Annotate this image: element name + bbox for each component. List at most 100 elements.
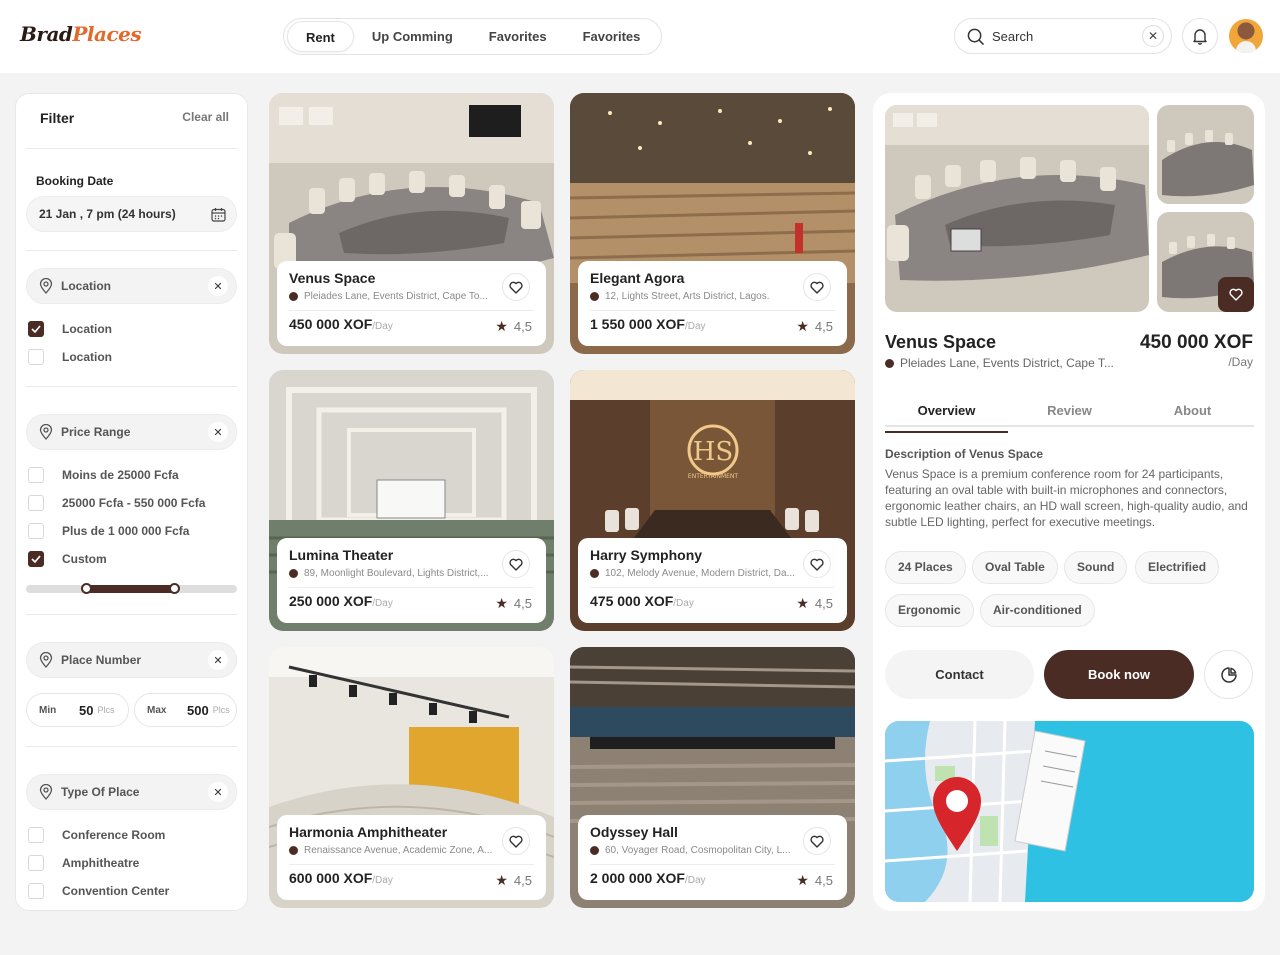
- price-option[interactable]: 25000 Fcfa - 550 000 Fcfa: [28, 495, 205, 511]
- star-icon: ★: [796, 872, 809, 888]
- venue-card[interactable]: Elegant Agora 12, Lights Street, Arts Di…: [570, 93, 855, 354]
- venue-address: Renaissance Avenue, Academic Zone, A...: [289, 845, 499, 856]
- detail-thumbnail[interactable]: [1157, 105, 1254, 204]
- tab-overview[interactable]: Overview: [885, 401, 1008, 433]
- checkbox[interactable]: [28, 495, 44, 511]
- checkbox[interactable]: [28, 523, 44, 539]
- favorite-button[interactable]: [803, 827, 831, 855]
- pin-icon: [590, 292, 599, 301]
- venue-card[interactable]: Venus Space Pleiades Lane, Events Distri…: [269, 93, 554, 354]
- star-icon: ★: [796, 318, 809, 334]
- place-number-filter[interactable]: Place Number ✕: [26, 642, 237, 678]
- close-icon[interactable]: ✕: [208, 422, 228, 442]
- location-pin-icon: [39, 784, 53, 800]
- venue-card[interactable]: HS ENTERTAINMENT Harry Symphony 102, Mel…: [570, 370, 855, 631]
- checkbox[interactable]: [28, 467, 44, 483]
- slider-handle-max[interactable]: [169, 583, 180, 594]
- location-option[interactable]: Location: [28, 349, 112, 365]
- star-icon: ★: [495, 595, 508, 611]
- calendar-icon[interactable]: [211, 207, 226, 222]
- feature-tag: Air-conditioned: [980, 594, 1095, 627]
- detail-main-photo[interactable]: [885, 105, 1149, 312]
- max-places-field[interactable]: Max 500 Plcs: [134, 693, 237, 727]
- close-icon[interactable]: ✕: [208, 782, 228, 802]
- filter-title: Filter: [40, 110, 75, 126]
- price-option[interactable]: Moins de 25000 Fcfa: [28, 467, 179, 483]
- venue-name: Harry Symphony: [590, 547, 703, 563]
- feature-tag: Ergonomic: [885, 594, 974, 627]
- type-option[interactable]: Conference Room: [28, 827, 165, 843]
- checkbox-checked[interactable]: [28, 551, 44, 567]
- location-option[interactable]: Location: [28, 321, 112, 337]
- min-places-field[interactable]: Min 50 Plcs: [26, 693, 129, 727]
- tab-review[interactable]: Review: [1008, 401, 1131, 425]
- description-text: Venus Space is a premium conference room…: [885, 467, 1248, 529]
- venue-name: Odyssey Hall: [590, 824, 678, 840]
- slider-handle-min[interactable]: [81, 583, 92, 594]
- type-option[interactable]: Amphitheatre: [28, 855, 139, 871]
- checkbox[interactable]: [28, 855, 44, 871]
- divider: [26, 746, 237, 747]
- checkbox-checked[interactable]: [28, 321, 44, 337]
- venue-address: 102, Melody Avenue, Modern District, Da.…: [590, 568, 800, 579]
- tab-rent[interactable]: Rent: [287, 21, 354, 52]
- location-map[interactable]: [885, 721, 1254, 902]
- pin-icon: [289, 292, 298, 301]
- venue-card-info: Lumina Theater 89, Moonlight Boulevard, …: [277, 538, 546, 623]
- favorite-button[interactable]: [502, 273, 530, 301]
- divider: [26, 250, 237, 251]
- clear-all-button[interactable]: Clear all: [182, 110, 229, 124]
- venue-address: 89, Moonlight Boulevard, Lights District…: [289, 568, 499, 579]
- tab-about[interactable]: About: [1131, 401, 1254, 425]
- contact-button[interactable]: Contact: [885, 650, 1034, 699]
- hs-logo-subtitle: ENTERTAINMENT: [688, 473, 738, 480]
- heart-icon: [1229, 288, 1243, 301]
- favorite-button[interactable]: [502, 827, 530, 855]
- detail-venue-address: Pleiades Lane, Events District, Cape T..…: [885, 356, 1125, 370]
- venue-card[interactable]: Odyssey Hall 60, Voyager Road, Cosmopoli…: [570, 647, 855, 908]
- venue-card[interactable]: Lumina Theater 89, Moonlight Boulevard, …: [269, 370, 554, 631]
- close-icon[interactable]: ✕: [208, 276, 228, 296]
- type-option[interactable]: Convention Center: [28, 883, 169, 899]
- brand-logo[interactable]: BradPlaces: [20, 22, 142, 46]
- venue-address: Pleiades Lane, Events District, Cape To.…: [289, 291, 499, 302]
- type-of-place-filter[interactable]: Type Of Place ✕: [26, 774, 237, 810]
- favorite-button[interactable]: [803, 550, 831, 578]
- checkbox[interactable]: [28, 883, 44, 899]
- notifications-button[interactable]: [1182, 18, 1218, 54]
- venue-card-info: Odyssey Hall 60, Voyager Road, Cosmopoli…: [578, 815, 847, 900]
- avatar[interactable]: [1229, 19, 1263, 53]
- checkbox[interactable]: [28, 827, 44, 843]
- book-now-button[interactable]: Book now: [1044, 650, 1194, 699]
- venue-card-info: Venus Space Pleiades Lane, Events Distri…: [277, 261, 546, 346]
- price-option[interactable]: Custom: [28, 551, 107, 567]
- feature-tag: Electrified: [1135, 551, 1220, 584]
- checkbox[interactable]: [28, 349, 44, 365]
- favorite-button[interactable]: [502, 550, 530, 578]
- favorite-button[interactable]: [1218, 277, 1254, 312]
- location-filter[interactable]: Location ✕: [26, 268, 237, 304]
- star-icon: ★: [495, 318, 508, 334]
- pin-icon: [885, 358, 894, 368]
- price-option[interactable]: Plus de 1 000 000 Fcfa: [28, 523, 189, 539]
- venue-name: Venus Space: [289, 270, 376, 286]
- tab-favorites-2[interactable]: Favorites: [565, 21, 659, 52]
- venue-card-info: Harry Symphony 102, Melody Avenue, Moder…: [578, 538, 847, 623]
- close-icon[interactable]: ✕: [208, 650, 228, 670]
- location-pin-icon: [39, 424, 53, 440]
- tab-upcoming[interactable]: Up Comming: [354, 21, 471, 52]
- share-button[interactable]: [1204, 650, 1253, 699]
- price-range-label: Price Range: [61, 425, 131, 439]
- booking-date-field[interactable]: 21 Jan , 7 pm (24 hours): [26, 196, 237, 232]
- favorite-button[interactable]: [803, 273, 831, 301]
- venue-name: Lumina Theater: [289, 547, 394, 563]
- venue-card[interactable]: Harmonia Amphitheater Renaissance Avenue…: [269, 647, 554, 908]
- price-range-filter[interactable]: Price Range ✕: [26, 414, 237, 450]
- search-box[interactable]: Search ✕: [954, 18, 1172, 54]
- search-input[interactable]: Search: [992, 29, 1142, 44]
- tab-favorites[interactable]: Favorites: [471, 21, 565, 52]
- clear-search-icon[interactable]: ✕: [1142, 25, 1164, 47]
- price-range-slider[interactable]: [26, 583, 237, 594]
- venue-rating: ★ 4,5: [796, 595, 833, 611]
- nav-tabs: Rent Up Comming Favorites Favorites: [283, 18, 663, 55]
